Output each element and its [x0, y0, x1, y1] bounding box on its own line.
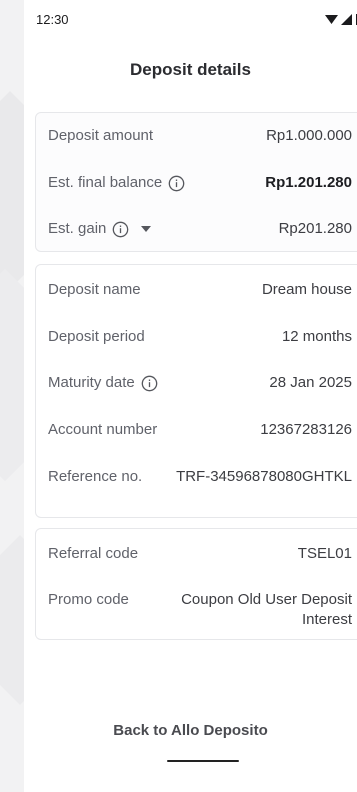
status-time: 12:30 — [36, 11, 69, 27]
promo-code-label: Promo code — [48, 591, 129, 608]
deposit-name-value: Dream house — [261, 281, 352, 298]
home-indicator — [167, 760, 239, 762]
wifi-icon — [325, 14, 338, 24]
est-gain-value: Rp201.280 — [278, 220, 352, 237]
referral-code-value: TSEL01 — [297, 545, 352, 562]
est-gain-label: Est. gain — [48, 220, 107, 237]
deposit-period-label: Deposit period — [48, 328, 145, 345]
est-final-balance-value: Rp1.201.280 — [265, 174, 352, 191]
deposit-amount-label: Deposit amount — [48, 127, 154, 144]
maturity-date-value: 28 Jan 2025 — [269, 374, 352, 391]
promo-code-row: Promo code Coupon Old User Deposit Inter… — [48, 590, 352, 630]
signal-icon — [341, 13, 352, 25]
deposit-period-row: Deposit period 12 months — [48, 327, 352, 347]
deposit-amount-value: Rp1.000.000 — [266, 127, 352, 144]
maturity-date-label: Maturity date — [48, 374, 135, 391]
page-title: Deposit details — [130, 60, 251, 79]
reference-number-row: Reference no. TRF-34596878080GHTKL — [48, 467, 352, 487]
caret-down-icon[interactable] — [141, 225, 152, 233]
referral-code-row: Referral code TSEL01 — [48, 544, 352, 564]
deposit-period-value: 12 months — [281, 328, 352, 345]
account-number-row: Account number 12367283126 — [48, 420, 352, 440]
est-gain-row[interactable]: Est. gain Rp201.280 — [48, 219, 352, 239]
reference-number-value: TRF-34596878080GHTKL — [176, 468, 352, 485]
account-number-label: Account number — [48, 421, 158, 438]
status-bar: 12:30 — [24, 0, 357, 38]
maturity-date-row: Maturity date 28 Jan 2025 — [48, 373, 352, 393]
deposit-details-screen: 12:30 Deposit details Deposit amount Rp1… — [24, 0, 357, 792]
est-final-balance-label-group: Est. final balance — [48, 173, 185, 193]
deposit-name-row: Deposit name Dream house — [48, 280, 352, 300]
info-icon[interactable] — [141, 375, 158, 392]
reference-number-label: Reference no. — [48, 468, 143, 485]
deposit-amount-row: Deposit amount Rp1.000.000 — [48, 126, 352, 146]
est-gain-label-group: Est. gain — [48, 219, 152, 239]
status-icons — [325, 13, 357, 25]
info-icon[interactable] — [168, 175, 185, 192]
maturity-date-label-group: Maturity date — [48, 373, 158, 393]
account-number-value: 12367283126 — [260, 421, 352, 438]
back-to-allo-deposito-button[interactable]: Back to Allo Deposito — [24, 722, 357, 739]
deposit-info-card: Deposit name Dream house Deposit period … — [35, 264, 357, 518]
promo-code-value: Coupon Old User Deposit Interest — [181, 591, 352, 628]
codes-card: Referral code TSEL01 Promo code Coupon O… — [35, 528, 357, 640]
est-final-balance-label: Est. final balance — [48, 174, 163, 191]
info-icon[interactable] — [112, 221, 129, 238]
est-final-balance-row: Est. final balance Rp1.201.280 — [48, 173, 352, 193]
referral-code-label: Referral code — [48, 545, 139, 562]
deposit-summary-card: Deposit amount Rp1.000.000 Est. final ba… — [35, 112, 357, 252]
deposit-name-label: Deposit name — [48, 281, 141, 298]
